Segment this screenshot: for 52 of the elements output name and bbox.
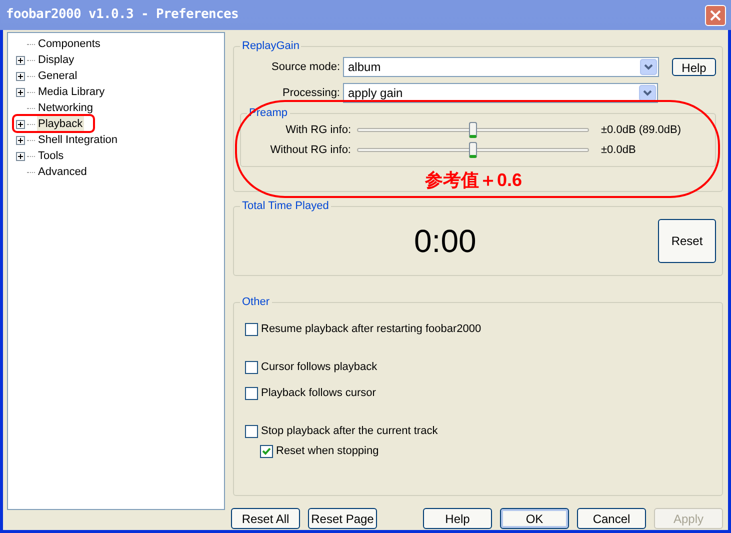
field-label: Source mode: bbox=[270, 60, 340, 75]
group-title: ReplayGain bbox=[240, 39, 302, 53]
checkbox[interactable] bbox=[245, 322, 258, 336]
button[interactable]: Help bbox=[423, 508, 492, 529]
tree-item[interactable]: Tools bbox=[37, 148, 65, 164]
slider-track[interactable] bbox=[357, 121, 589, 139]
checkbox[interactable] bbox=[245, 424, 258, 438]
checkbox-label: Reset when stopping bbox=[276, 444, 379, 459]
time-display: 0:00 bbox=[414, 222, 476, 261]
annotation-note: 参考值＋0.6 bbox=[425, 169, 522, 191]
dropdown[interactable]: apply gain bbox=[343, 83, 658, 103]
expand-icon[interactable] bbox=[16, 72, 25, 80]
button[interactable]: Cancel bbox=[577, 508, 646, 529]
expand-icon[interactable] bbox=[16, 136, 25, 144]
expand-icon[interactable] bbox=[16, 56, 25, 64]
expand-icon[interactable] bbox=[16, 88, 25, 96]
button[interactable]: Reset Page bbox=[308, 508, 377, 529]
chevron-down-icon bbox=[640, 59, 657, 75]
checkbox-label: Stop playback after the current track bbox=[261, 424, 438, 439]
close-button[interactable] bbox=[705, 4, 726, 26]
checkbox-label: Playback follows cursor bbox=[261, 386, 376, 401]
tree-item[interactable]: Shell Integration bbox=[37, 132, 118, 148]
group-title: Total Time Played bbox=[240, 199, 331, 213]
tree-item[interactable]: Advanced bbox=[37, 164, 88, 180]
slider-label: With RG info: bbox=[284, 122, 352, 138]
tree-item[interactable]: Media Library bbox=[37, 84, 106, 100]
button[interactable]: Reset bbox=[658, 219, 716, 263]
button[interactable]: OK bbox=[500, 508, 569, 529]
checkbox[interactable] bbox=[260, 444, 273, 458]
checkbox-label: Resume playback after restarting foobar2000 bbox=[261, 322, 482, 337]
slider-reading: ±0.0dB bbox=[601, 142, 636, 158]
button[interactable]: Help bbox=[672, 58, 716, 76]
button[interactable]: Reset All bbox=[231, 508, 300, 529]
checkbox[interactable] bbox=[245, 360, 258, 374]
dropdown[interactable]: album bbox=[343, 57, 659, 77]
checkbox-label: Cursor follows playback bbox=[261, 360, 378, 375]
slider-reading: ±0.0dB (89.0dB) bbox=[601, 122, 682, 138]
slider-track[interactable] bbox=[357, 141, 589, 159]
slider-thumb[interactable] bbox=[469, 122, 477, 138]
expand-icon[interactable] bbox=[16, 152, 25, 160]
expand-icon[interactable] bbox=[16, 120, 25, 128]
tree-item[interactable]: General bbox=[37, 68, 78, 84]
close-icon bbox=[710, 10, 721, 20]
slider-label: Without RG info: bbox=[269, 142, 352, 158]
checkbox[interactable] bbox=[245, 386, 258, 400]
slider-thumb[interactable] bbox=[469, 142, 477, 158]
chevron-down-icon bbox=[639, 85, 656, 101]
field-label: Processing: bbox=[282, 86, 340, 101]
tree-item[interactable]: Components bbox=[37, 36, 102, 52]
tree-item[interactable]: Networking bbox=[37, 100, 94, 116]
tree-item[interactable]: Display bbox=[37, 52, 76, 68]
window-title: foobar2000 v1.0.3 - Preferences bbox=[6, 6, 239, 24]
